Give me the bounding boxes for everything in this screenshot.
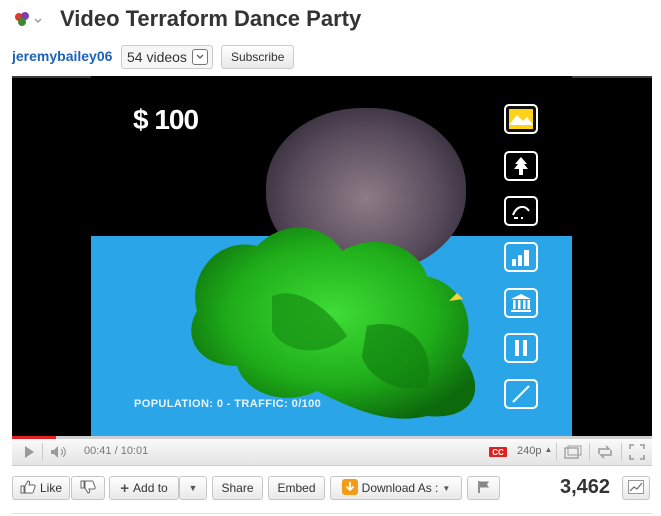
- youtube-logo-icon[interactable]: [14, 11, 44, 29]
- divider: [589, 443, 590, 461]
- share-button[interactable]: Share: [212, 476, 263, 500]
- chart-icon: [628, 479, 644, 497]
- divider: [621, 443, 622, 461]
- flag-icon: [477, 480, 491, 497]
- hud-money: $ 100: [133, 104, 199, 135]
- pause-icon[interactable]: [504, 333, 538, 363]
- like-label: Like: [39, 481, 62, 495]
- captions-button[interactable]: CC: [489, 447, 507, 457]
- video-title: Video Terraform Dance Party: [60, 6, 362, 31]
- divider: [556, 443, 557, 461]
- popout-icon[interactable]: [563, 443, 583, 461]
- volume-icon[interactable]: [48, 443, 70, 461]
- divider: [42, 443, 43, 461]
- pencil-icon[interactable]: [504, 379, 538, 409]
- download-as-button[interactable]: Download As : ▼: [330, 476, 462, 500]
- loop-icon[interactable]: [595, 443, 615, 461]
- download-icon: [341, 478, 358, 498]
- terrain-landmass: [191, 227, 476, 419]
- play-icon[interactable]: [20, 443, 38, 461]
- caret-down-icon: ▼: [442, 483, 451, 493]
- tree-icon[interactable]: [504, 151, 538, 181]
- flag-button[interactable]: [467, 476, 500, 500]
- terrain-icon[interactable]: [504, 104, 538, 134]
- divider: [12, 513, 652, 514]
- quality-label: 240p: [517, 445, 542, 457]
- channel-link[interactable]: jeremybailey06: [12, 48, 112, 64]
- thumbs-down-icon: [80, 480, 96, 497]
- video-frame[interactable]: $ 100 POPULATION: 0 - TRAFFIC: 0/100: [91, 76, 572, 436]
- bank-icon[interactable]: [504, 288, 538, 318]
- stats-button[interactable]: [622, 476, 650, 500]
- chevron-up-icon: ▲: [544, 445, 553, 454]
- fullscreen-icon[interactable]: [627, 443, 647, 461]
- like-button[interactable]: Like: [12, 476, 70, 500]
- view-count: 3,462: [560, 476, 611, 498]
- add-to-button[interactable]: + Add to: [109, 476, 179, 500]
- quality-selector[interactable]: 240p ▲: [517, 445, 552, 457]
- dislike-button[interactable]: [71, 476, 105, 500]
- add-to-label: Add to: [133, 481, 168, 495]
- subscribe-button[interactable]: Subscribe: [221, 45, 295, 69]
- hud-stats: POPULATION: 0 - TRAFFIC: 0/100: [134, 398, 322, 410]
- caret-down-icon: ▼: [188, 483, 198, 493]
- player-controls: 00:41 / 10:01 CC 240p ▲: [12, 439, 652, 466]
- videos-count-label: 54 videos: [127, 49, 187, 65]
- video-player[interactable]: $ 100 POPULATION: 0 - TRAFFIC: 0/100: [12, 76, 652, 436]
- download-label: Download As :: [361, 481, 439, 495]
- thumbs-up-icon: [20, 479, 36, 497]
- channel-videos-button[interactable]: 54 videos: [121, 45, 213, 69]
- plus-icon: +: [120, 479, 130, 497]
- road-icon[interactable]: [504, 196, 538, 226]
- chevron-down-icon: [191, 49, 208, 65]
- time-display: 00:41 / 10:01: [84, 445, 149, 457]
- add-to-dropdown-button[interactable]: ▼: [179, 476, 207, 500]
- embed-button[interactable]: Embed: [268, 476, 325, 500]
- building-icon[interactable]: [504, 242, 538, 272]
